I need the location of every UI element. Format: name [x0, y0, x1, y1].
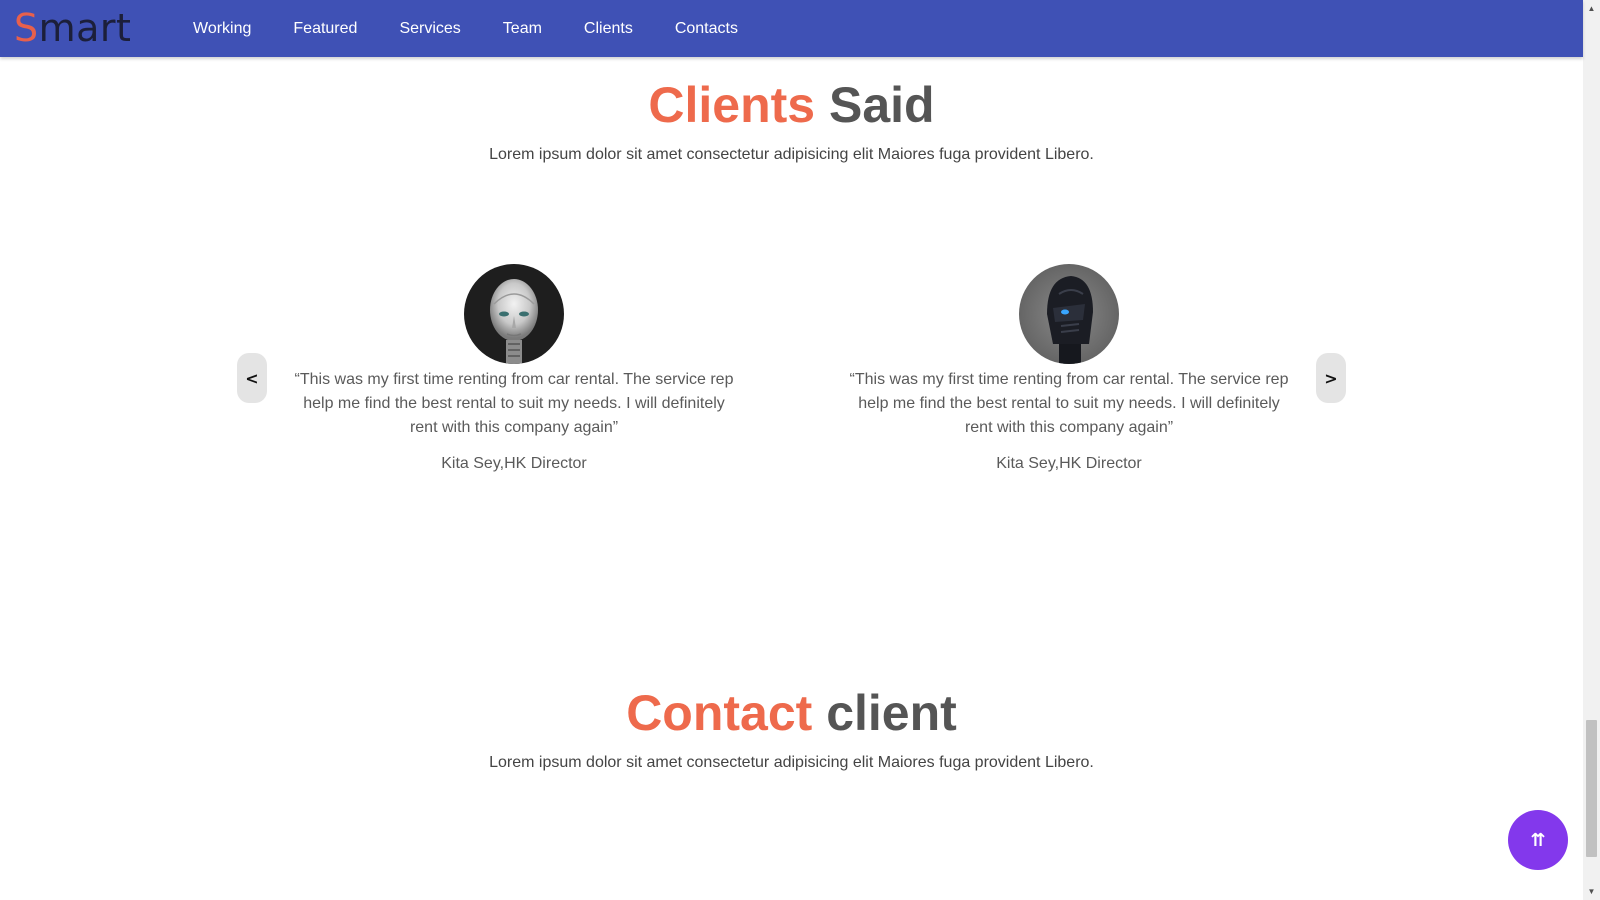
- silver-android-avatar-icon: [464, 264, 564, 364]
- nav-link-team[interactable]: Team: [503, 16, 542, 42]
- testimonial-card: “This was my first time renting from car…: [839, 264, 1299, 473]
- vertical-scrollbar[interactable]: ▲ ▼: [1583, 0, 1600, 900]
- nav-link-contacts[interactable]: Contacts: [675, 16, 738, 42]
- contact-section-title: Contact client: [0, 683, 1583, 743]
- testimonial-quote: “This was my first time renting from car…: [849, 371, 1289, 436]
- testimonial-author: Kita Sey,HK Director: [441, 455, 587, 472]
- logo-rest: mart: [38, 6, 132, 50]
- nav-link-clients[interactable]: Clients: [584, 16, 633, 42]
- logo-initial: S: [14, 6, 39, 50]
- contact-title-accent: Contact: [626, 685, 813, 741]
- clients-title-accent: Clients: [648, 77, 816, 133]
- double-arrow-up-icon: ⇈: [1530, 829, 1546, 851]
- clients-title-rest: Said: [829, 77, 935, 133]
- scroll-to-top-button[interactable]: ⇈: [1508, 810, 1568, 870]
- clients-section-subtitle: Lorem ipsum dolor sit amet consectetur a…: [489, 146, 1094, 163]
- contact-title-rest: client: [826, 685, 957, 741]
- dark-robot-avatar-icon: [1019, 264, 1119, 364]
- carousel-prev-button[interactable]: <: [237, 353, 267, 403]
- testimonial-card: “This was my first time renting from car…: [284, 264, 744, 473]
- nav-link-services[interactable]: Services: [399, 16, 460, 42]
- site-logo[interactable]: Smart: [14, 5, 131, 51]
- testimonial-author: Kita Sey,HK Director: [996, 455, 1142, 472]
- contact-section-subtitle: Lorem ipsum dolor sit amet consectetur a…: [489, 754, 1094, 771]
- clients-section-title: Clients Said: [0, 75, 1583, 135]
- scrollbar-thumb[interactable]: [1586, 720, 1597, 857]
- nav-link-working[interactable]: Working: [193, 16, 251, 42]
- nav-links: Working Featured Services Team Clients C…: [172, 0, 759, 57]
- scroll-down-arrow-icon[interactable]: ▼: [1583, 883, 1600, 900]
- top-navbar: Smart Working Featured Services Team Cli…: [0, 0, 1583, 57]
- testimonial-quote: “This was my first time renting from car…: [294, 371, 734, 436]
- nav-link-featured[interactable]: Featured: [293, 16, 357, 42]
- page: Smart Working Featured Services Team Cli…: [0, 0, 1600, 900]
- carousel-next-button[interactable]: >: [1316, 353, 1346, 403]
- scroll-up-arrow-icon[interactable]: ▲: [1583, 0, 1600, 17]
